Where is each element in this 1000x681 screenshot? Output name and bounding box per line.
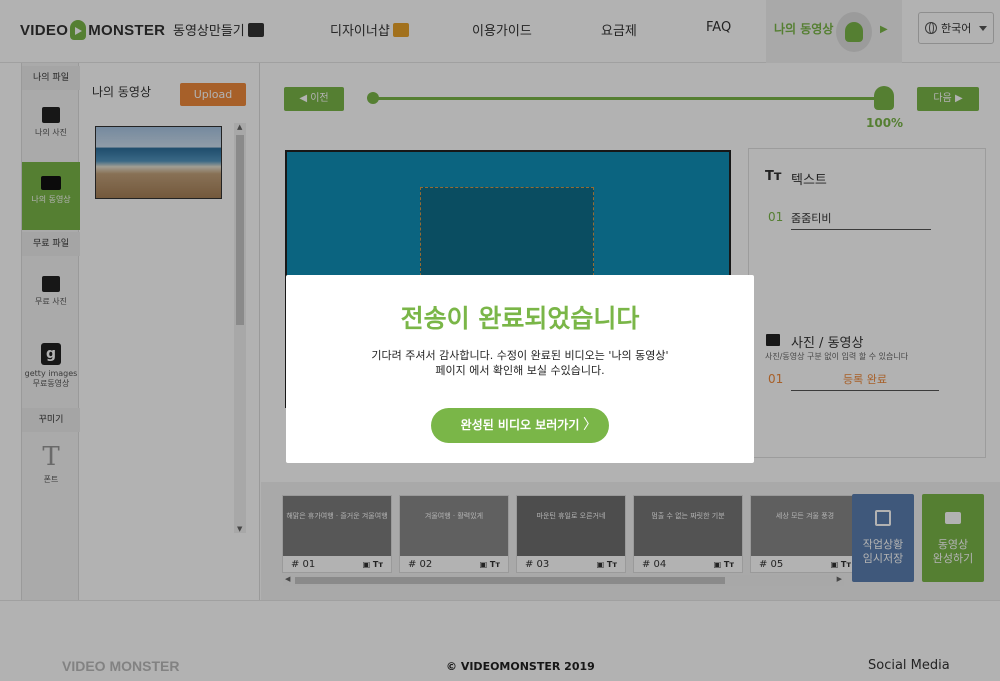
dialog-message: 기다려 주셔서 감사합니다. 수정이 완료된 비디오는 '나의 동영상' 페이지… bbox=[286, 348, 754, 378]
chevron-right-icon: 〉 bbox=[583, 417, 597, 433]
page: VIDEO MONSTER 동영상만들기 디자이너샵 이용가이드 요금제 FAQ… bbox=[0, 0, 1000, 681]
button-label: 완성된 비디오 보러가기 bbox=[460, 418, 580, 432]
dialog-title: 전송이 완료되었습니다 bbox=[400, 304, 640, 333]
transfer-complete-dialog: 전송이 완료되었습니다 기다려 주셔서 감사합니다. 수정이 완료된 비디오는 … bbox=[286, 275, 754, 463]
dialog-message-line: 페이지 에서 확인해 보실 수있습니다. bbox=[435, 364, 605, 377]
view-completed-video-button[interactable]: 완성된 비디오 보러가기 〉 bbox=[431, 408, 609, 443]
dialog-message-line: 기다려 주셔서 감사합니다. 수정이 완료된 비디오는 '나의 동영상' bbox=[371, 349, 669, 362]
